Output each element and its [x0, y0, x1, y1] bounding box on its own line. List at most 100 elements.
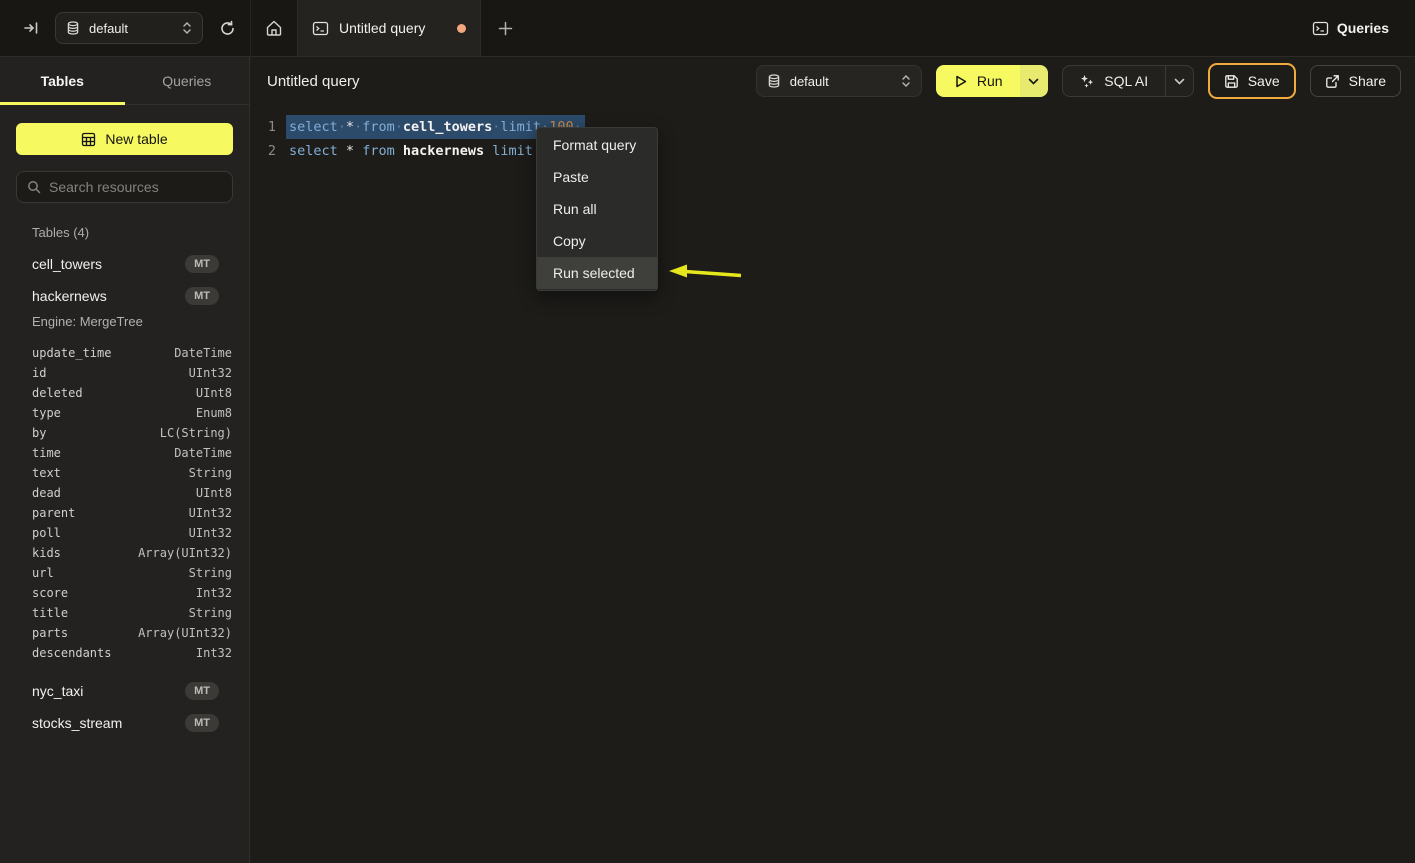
run-split-button: Run	[936, 65, 1048, 97]
column-type: Enum8	[196, 406, 232, 420]
code-token: select	[289, 143, 338, 159]
sidebar-tabs: Tables Queries	[0, 57, 249, 105]
run-options-caret[interactable]	[1020, 65, 1048, 97]
sidebar-tab-queries[interactable]: Queries	[125, 57, 250, 104]
column-type: String	[189, 566, 232, 580]
table-row[interactable]: hackernewsMT	[0, 280, 249, 312]
query-database-selector[interactable]: default	[756, 65, 922, 97]
code-token: limit	[492, 143, 533, 159]
column-name: dead	[32, 486, 196, 500]
column-row: pollUInt32	[0, 523, 249, 543]
save-button-label: Save	[1248, 73, 1280, 89]
chevron-updown-icon	[182, 21, 192, 35]
column-type: String	[189, 466, 232, 480]
database-selector[interactable]: default	[55, 12, 203, 44]
code-token: ·	[338, 119, 346, 135]
new-table-button[interactable]: New table	[16, 123, 233, 155]
column-type: Array(UInt32)	[138, 546, 232, 560]
column-row: idUInt32	[0, 363, 249, 383]
play-icon	[953, 74, 968, 89]
column-type: LC(String)	[160, 426, 232, 440]
menu-item-paste[interactable]: Paste	[537, 161, 657, 193]
share-button-label: Share	[1349, 73, 1386, 89]
column-name: type	[32, 406, 196, 420]
sql-ai-split-button: SQL AI	[1062, 65, 1194, 97]
run-button[interactable]: Run	[936, 65, 1020, 97]
tab-title: Untitled query	[339, 20, 447, 36]
column-type: DateTime	[174, 346, 232, 360]
column-name: update_time	[32, 346, 174, 360]
table-name: stocks_stream	[32, 715, 185, 731]
column-name: poll	[32, 526, 189, 540]
code-line: 2select * from hackernews limit	[250, 139, 1415, 163]
column-name: url	[32, 566, 189, 580]
menu-item-format-query[interactable]: Format query	[537, 129, 657, 161]
code-token	[354, 143, 362, 159]
tab-untitled-query[interactable]: Untitled query	[297, 0, 481, 56]
code-token: *	[346, 119, 354, 135]
sparkles-icon	[1079, 73, 1095, 89]
column-row: urlString	[0, 563, 249, 583]
new-table-button-label: New table	[105, 131, 167, 147]
column-row: partsArray(UInt32)	[0, 623, 249, 643]
column-name: text	[32, 466, 189, 480]
table-row[interactable]: nyc_taxiMT	[0, 675, 249, 707]
column-name: id	[32, 366, 189, 380]
column-row: deadUInt8	[0, 483, 249, 503]
search-input[interactable]	[49, 179, 222, 195]
queries-button-label: Queries	[1337, 20, 1389, 36]
code-token	[395, 143, 403, 159]
code-token: ·	[354, 119, 362, 135]
sql-ai-button[interactable]: SQL AI	[1063, 66, 1165, 96]
menu-item-run-all[interactable]: Run all	[537, 193, 657, 225]
table-row[interactable]: stocks_streamMT	[0, 707, 249, 739]
table-row[interactable]: cell_towersMT	[0, 248, 249, 280]
collapse-sidebar-icon[interactable]	[23, 20, 39, 36]
new-tab-button[interactable]	[481, 0, 529, 56]
menu-item-run-selected[interactable]: Run selected	[537, 257, 657, 289]
sql-ai-options-caret[interactable]	[1165, 66, 1193, 96]
sidebar-tab-tables-label: Tables	[41, 73, 84, 89]
code-line: 1select·*·from·cell_towers·limit·100·	[250, 115, 1415, 139]
home-tab[interactable]	[250, 0, 297, 56]
column-name: parent	[32, 506, 189, 520]
table-name: cell_towers	[32, 256, 185, 272]
sql-editor[interactable]: 1select·*·from·cell_towers·limit·100·2se…	[250, 105, 1415, 863]
column-type: Array(UInt32)	[138, 626, 232, 640]
engine-badge: MT	[185, 287, 219, 305]
column-row: scoreInt32	[0, 583, 249, 603]
menu-item-copy[interactable]: Copy	[537, 225, 657, 257]
column-type: UInt32	[189, 366, 232, 380]
save-button[interactable]: Save	[1208, 63, 1296, 99]
column-name: score	[32, 586, 196, 600]
save-icon	[1224, 74, 1239, 89]
unsaved-changes-dot	[457, 24, 466, 33]
column-row: descendantsInt32	[0, 643, 249, 663]
table-engine-label: Engine: MergeTree	[0, 312, 249, 335]
line-number: 1	[250, 115, 276, 139]
code-token: from	[362, 119, 395, 135]
sidebar-tab-tables[interactable]: Tables	[0, 57, 125, 104]
code-token: *	[346, 143, 354, 159]
table-name: hackernews	[32, 288, 185, 304]
home-icon	[265, 19, 283, 37]
column-type: String	[189, 606, 232, 620]
column-type: Int32	[196, 586, 232, 600]
terminal-icon	[1312, 20, 1329, 37]
engine-badge: MT	[185, 682, 219, 700]
engine-badge: MT	[185, 255, 219, 273]
database-selector-value: default	[89, 21, 173, 36]
query-toolbar: Untitled query default	[250, 57, 1415, 105]
code-token: ·	[395, 119, 403, 135]
column-type: DateTime	[174, 446, 232, 460]
code-token: from	[362, 143, 395, 159]
refresh-icon[interactable]	[219, 20, 236, 37]
column-name: by	[32, 426, 160, 440]
queries-button[interactable]: Queries	[1286, 0, 1415, 56]
column-row: timeDateTime	[0, 443, 249, 463]
tables-list: cell_towersMThackernewsMTEngine: MergeTr…	[0, 248, 249, 739]
query-database-value: default	[790, 74, 892, 89]
table-name: nyc_taxi	[32, 683, 185, 699]
database-icon	[767, 74, 781, 88]
share-button[interactable]: Share	[1310, 65, 1401, 97]
